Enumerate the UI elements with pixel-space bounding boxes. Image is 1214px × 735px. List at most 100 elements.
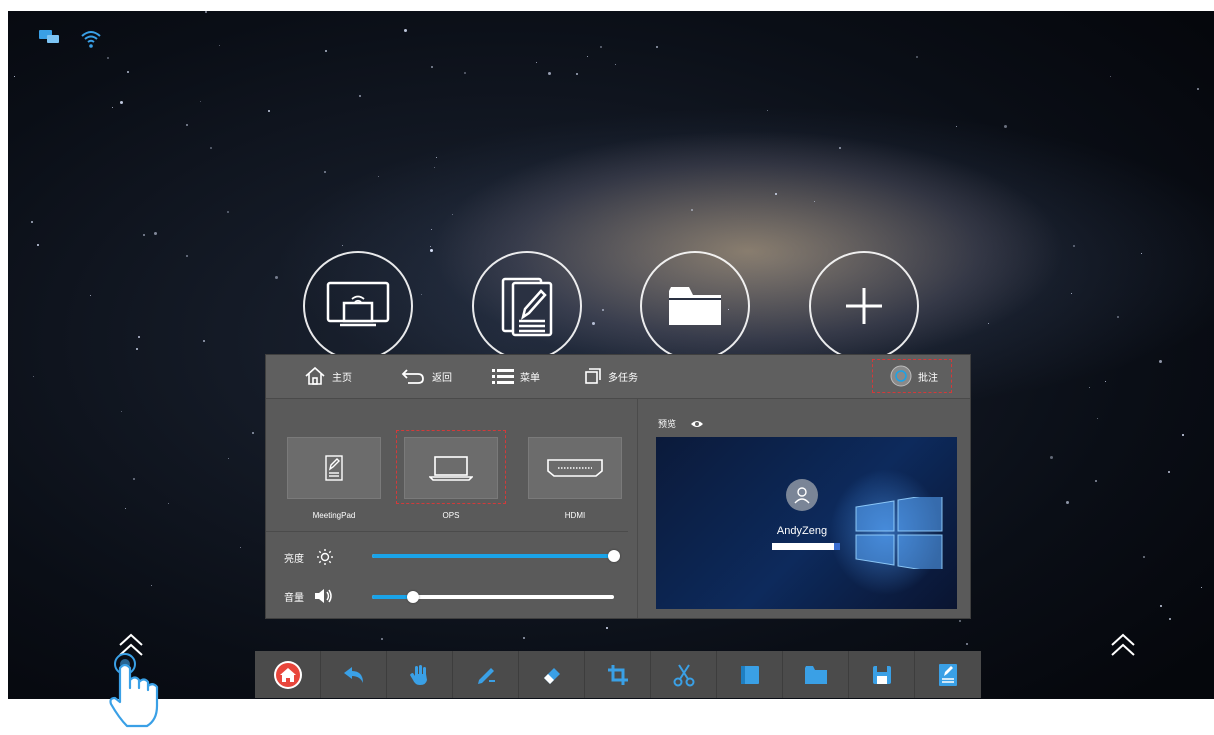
star (1105, 381, 1106, 382)
multitask-button[interactable]: 多任务 (584, 365, 638, 387)
back-button[interactable]: 返回 (400, 365, 452, 387)
notes-icon (939, 663, 957, 686)
star (168, 503, 169, 504)
brightness-slider[interactable] (372, 550, 620, 562)
star (602, 309, 604, 311)
volume-slider[interactable] (372, 591, 614, 603)
source-meetingpad[interactable] (287, 437, 381, 499)
annotate-button[interactable]: 批注 (890, 365, 938, 387)
star (404, 29, 407, 32)
star (1143, 556, 1145, 558)
star (227, 211, 229, 213)
star (200, 101, 201, 102)
star (434, 167, 435, 168)
star (378, 176, 379, 177)
star (431, 229, 432, 230)
source-hdmi[interactable] (528, 437, 622, 499)
folder-icon (669, 287, 721, 325)
star (916, 56, 918, 58)
star (615, 64, 616, 65)
star (430, 246, 431, 247)
star (536, 62, 537, 63)
hdmi-icon (547, 459, 603, 477)
star (1141, 253, 1142, 254)
preview-window: AndyZeng (656, 437, 957, 609)
document-notes-button[interactable] (472, 251, 582, 361)
star (436, 157, 437, 158)
star (121, 411, 122, 412)
panel-divider (637, 399, 638, 618)
star (988, 323, 989, 324)
back-label: 返回 (432, 372, 452, 384)
brightness-label: 亮度 (284, 553, 304, 565)
star (342, 245, 343, 246)
right-expand-button[interactable] (1108, 631, 1138, 666)
star (452, 214, 453, 215)
star (1160, 605, 1162, 607)
star (1168, 471, 1170, 473)
multitask-icon (585, 368, 601, 384)
preview-header: 预览 (658, 417, 704, 430)
star (14, 76, 15, 77)
bottom-toolbar (255, 651, 981, 698)
wifi-icon (80, 29, 102, 54)
back-icon (401, 369, 424, 384)
file-manager-button[interactable] (640, 251, 750, 361)
tool-notes[interactable] (915, 651, 981, 698)
tool-scissors[interactable] (651, 651, 717, 698)
tool-hand[interactable] (387, 651, 453, 698)
star (125, 508, 126, 509)
star (138, 336, 140, 338)
star (127, 71, 129, 73)
star (523, 637, 525, 639)
volume-thumb[interactable] (407, 591, 419, 603)
pen-icon (477, 667, 495, 684)
star (154, 232, 157, 235)
tool-whiteboard[interactable] (717, 651, 783, 698)
star (228, 458, 229, 459)
star (600, 46, 602, 48)
star (90, 295, 91, 296)
tool-crop[interactable] (585, 651, 651, 698)
ops-highlight-box (396, 430, 506, 504)
home-button[interactable]: 主页 (304, 365, 352, 387)
home-label: 主页 (332, 372, 352, 384)
star (186, 255, 188, 257)
menu-icon (492, 369, 514, 384)
desktop-screen: 主页 返回 菜单 多任务 批注 MeetingPad OPS HDMI 亮度 音… (8, 11, 1214, 699)
tool-save[interactable] (849, 651, 915, 698)
document-notes-icon (501, 277, 553, 337)
tool-home[interactable] (255, 651, 321, 698)
star (205, 11, 207, 13)
star (814, 201, 815, 202)
tool-eraser[interactable] (519, 651, 585, 698)
star (839, 147, 841, 149)
star (430, 249, 433, 252)
wireless-screen-cast-button[interactable] (303, 251, 413, 361)
star (464, 72, 466, 74)
star (186, 124, 188, 126)
star (359, 95, 361, 97)
star (275, 276, 278, 279)
star (1066, 501, 1069, 504)
star (1110, 76, 1111, 77)
star (133, 478, 135, 480)
star (151, 585, 152, 586)
volume-label: 音量 (284, 592, 304, 604)
menu-label: 菜单 (520, 372, 540, 384)
star (324, 171, 326, 173)
star (1050, 456, 1053, 459)
tool-undo[interactable] (321, 651, 387, 698)
brightness-thumb[interactable] (608, 550, 620, 562)
eye-icon[interactable] (690, 419, 704, 429)
star (587, 56, 588, 57)
password-field[interactable] (772, 543, 840, 550)
menu-button[interactable]: 菜单 (492, 365, 540, 387)
wireless-screen-cast-icon (326, 281, 390, 327)
add-app-button[interactable] (809, 251, 919, 361)
tool-folder[interactable] (783, 651, 849, 698)
submit-arrow-icon[interactable] (834, 543, 840, 550)
star (1089, 387, 1090, 388)
tool-pen[interactable] (453, 651, 519, 698)
star (1071, 293, 1072, 294)
